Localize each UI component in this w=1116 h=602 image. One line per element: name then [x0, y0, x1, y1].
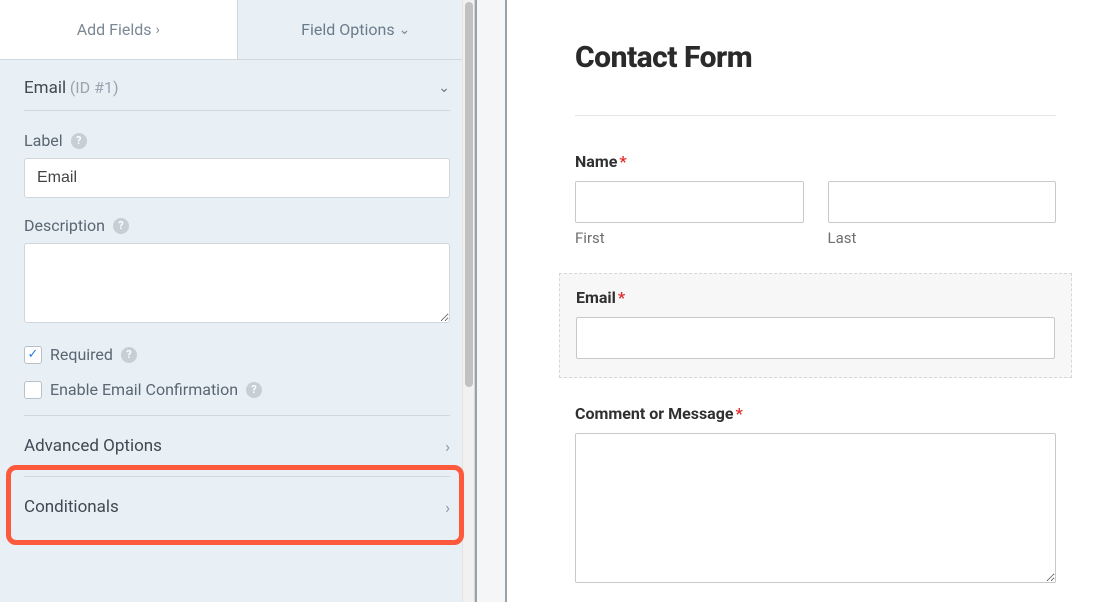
- tab-add-fields-label: Add Fields: [77, 20, 152, 39]
- scrollbar[interactable]: [462, 0, 474, 602]
- comment-label-text: Comment or Message: [575, 404, 734, 423]
- required-mark: *: [736, 404, 743, 423]
- email-confirmation-checkbox[interactable]: [24, 381, 42, 399]
- email-field-block[interactable]: Email*: [559, 273, 1072, 378]
- field-header[interactable]: Email (ID #1) ⌄: [24, 60, 450, 111]
- email-input[interactable]: [576, 317, 1055, 359]
- last-name-input[interactable]: [828, 181, 1057, 223]
- field-name: Email: [24, 78, 66, 98]
- comment-input[interactable]: [575, 433, 1056, 583]
- chevron-down-icon: ⌄: [438, 80, 450, 96]
- section-advanced-options[interactable]: Advanced Options ›: [24, 415, 450, 477]
- description-title: Description: [24, 216, 105, 235]
- last-sublabel: Last: [828, 229, 1057, 247]
- name-label-text: Name: [575, 152, 617, 171]
- scrollbar-thumb[interactable]: [465, 2, 473, 387]
- section-advanced-label: Advanced Options: [24, 436, 162, 456]
- help-icon[interactable]: ?: [246, 382, 262, 398]
- required-mark: *: [619, 152, 626, 171]
- field-id: (ID #1): [70, 78, 119, 97]
- tab-field-options[interactable]: Field Options ⌄: [238, 0, 475, 59]
- email-label: Email*: [576, 288, 1055, 307]
- required-mark: *: [618, 288, 625, 307]
- chevron-right-icon: ›: [445, 437, 450, 456]
- comment-label: Comment or Message*: [575, 404, 1056, 423]
- first-name-input[interactable]: [575, 181, 804, 223]
- chevron-down-icon: ⌄: [399, 22, 411, 38]
- tab-add-fields[interactable]: Add Fields ›: [0, 0, 238, 59]
- help-icon[interactable]: ?: [121, 347, 137, 363]
- help-icon[interactable]: ?: [71, 133, 87, 149]
- sidebar-tabs: Add Fields › Field Options ⌄: [0, 0, 474, 60]
- tab-field-options-label: Field Options: [301, 20, 394, 39]
- email-confirmation-label: Enable Email Confirmation: [50, 380, 238, 399]
- form-title: Contact Form: [575, 40, 1056, 116]
- description-input[interactable]: [24, 243, 450, 323]
- help-icon[interactable]: ?: [113, 218, 129, 234]
- required-label: Required: [50, 345, 113, 364]
- first-sublabel: First: [575, 229, 804, 247]
- form-preview: Contact Form Name* First Last Email* Com…: [507, 0, 1116, 602]
- name-label: Name*: [575, 152, 1056, 171]
- section-conditionals-label: Conditionals: [24, 497, 119, 517]
- required-checkbox[interactable]: ✓: [24, 346, 42, 364]
- chevron-right-icon: ›: [156, 22, 160, 38]
- email-label-text: Email: [576, 288, 616, 307]
- sidebar-panel: Add Fields › Field Options ⌄ Email (ID #…: [0, 0, 475, 602]
- pane-divider: [475, 0, 507, 602]
- chevron-right-icon: ›: [445, 498, 450, 517]
- label-input[interactable]: [24, 158, 450, 198]
- section-conditionals[interactable]: Conditionals ›: [24, 477, 450, 537]
- label-title: Label: [24, 131, 63, 150]
